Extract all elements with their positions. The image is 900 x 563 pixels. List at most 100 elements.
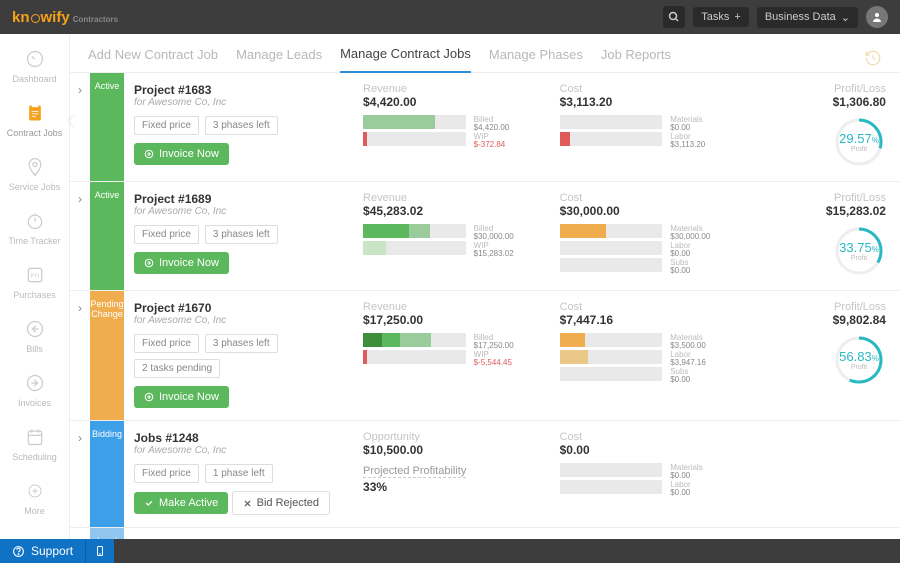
profit-gauge: 33.75%Profit xyxy=(832,224,886,278)
support-button[interactable]: Support xyxy=(0,539,85,563)
mini-bar: Labor$3,947.16 xyxy=(560,350,663,364)
job-row: › Active Project #1683 for Awesome Co, I… xyxy=(70,73,900,182)
status-tag: Lead xyxy=(90,528,124,539)
job-client: for Awesome Co, Inc xyxy=(134,206,353,217)
job-client: for Awesome Co, Inc xyxy=(134,315,353,326)
chip: Fixed price xyxy=(134,225,199,244)
job-row: › Lead Project #1688 for Awesome Co, Inc… xyxy=(70,528,900,539)
history-icon[interactable] xyxy=(864,49,882,70)
logo-text-2: wify xyxy=(41,9,70,26)
expand-toggle[interactable]: › xyxy=(70,421,90,527)
mini-bar: Materials$0.00 xyxy=(560,463,663,477)
chip: 1 phase left xyxy=(205,464,273,483)
logo-o-icon xyxy=(31,14,40,23)
sidebar-item-label: Bills xyxy=(0,344,69,354)
sidebar-item-label: Service Jobs xyxy=(0,182,69,192)
sidebar-item-bills[interactable]: Bills xyxy=(0,310,69,364)
clipboard-icon xyxy=(24,102,46,124)
arrow-left-icon xyxy=(24,318,46,340)
chip: 2 tasks pending xyxy=(134,359,220,378)
avatar[interactable] xyxy=(866,6,888,28)
job-title: Project #1670 xyxy=(134,301,353,315)
search-button[interactable] xyxy=(663,6,685,28)
tasks-plus: + xyxy=(734,11,740,23)
job-row: › Pending Change Project #1670 for Aweso… xyxy=(70,291,900,421)
expand-toggle[interactable]: › xyxy=(70,291,90,420)
status-tag: Active xyxy=(90,182,124,290)
chip: Fixed price xyxy=(134,464,199,483)
profit-gauge: 29.57%Profit xyxy=(832,115,886,169)
support-phone-button[interactable] xyxy=(85,539,114,563)
mini-bar: WIP$-372.84 xyxy=(363,132,466,146)
sidebar-item-time-tracker[interactable]: Time Tracker xyxy=(0,202,69,256)
sidebar-item-label: Contract Jobs xyxy=(0,128,69,138)
clock-icon xyxy=(24,210,46,232)
tab-add-new[interactable]: Add New Contract Job xyxy=(88,47,218,72)
logo-subtext: Contractors xyxy=(73,15,118,24)
expand-toggle[interactable]: › xyxy=(70,528,90,539)
sidebar-item-label: Scheduling xyxy=(0,452,69,462)
tasks-label: Tasks xyxy=(701,11,729,23)
sidebar-item-scheduling[interactable]: Scheduling xyxy=(0,418,69,472)
status-tag: Pending Change xyxy=(90,291,124,420)
sidebar-item-more[interactable]: More xyxy=(0,472,69,526)
sidebar: Dashboard Contract Jobs Service Jobs Tim… xyxy=(0,34,70,539)
logo: knwify Contractors xyxy=(12,9,118,26)
chip: Fixed price xyxy=(134,116,199,135)
main: Add New Contract Job Manage Leads Manage… xyxy=(70,34,900,539)
tab-manage-leads[interactable]: Manage Leads xyxy=(236,47,322,72)
bid-rejected-button[interactable]: Bid Rejected xyxy=(232,491,330,515)
calendar-icon xyxy=(24,426,46,448)
mini-bar: Materials$3,500.00 xyxy=(560,333,663,347)
sidebar-item-label: Purchases xyxy=(0,290,69,300)
mini-bar: Billed$30,000.00 xyxy=(363,224,466,238)
sidebar-item-label: Dashboard xyxy=(0,74,69,84)
job-title: Jobs #1248 xyxy=(134,431,353,445)
profit-gauge: 56.83%Profit xyxy=(832,333,886,387)
job-title: Project #1688 xyxy=(134,538,353,539)
sidebar-item-dashboard[interactable]: Dashboard xyxy=(0,40,69,94)
chip: 3 phases left xyxy=(205,116,278,135)
job-client: for Awesome Co, Inc xyxy=(134,97,353,108)
expand-toggle[interactable]: › xyxy=(70,73,90,181)
jobs-list[interactable]: › Active Project #1683 for Awesome Co, I… xyxy=(70,73,900,539)
plus-circle-icon xyxy=(24,480,46,502)
chip: Fixed price xyxy=(134,334,199,353)
mini-bar: Materials$0.00 xyxy=(560,115,663,129)
mini-bar: Billed$17,250.00 xyxy=(363,333,466,347)
chevron-down-icon: ⌄ xyxy=(841,11,850,24)
job-title: Project #1683 xyxy=(134,83,353,97)
arrow-right-icon xyxy=(24,372,46,394)
chip: 3 phases left xyxy=(205,225,278,244)
sidebar-item-label: More xyxy=(0,506,69,516)
topbar: knwify Contractors Tasks + Business Data… xyxy=(0,0,900,34)
mini-bar: Labor$0.00 xyxy=(560,241,663,255)
dashboard-icon xyxy=(24,48,46,70)
expand-toggle[interactable]: › xyxy=(70,182,90,290)
pin-icon xyxy=(24,156,46,178)
svg-text:PO: PO xyxy=(30,274,39,280)
sidebar-item-label: Time Tracker xyxy=(0,236,69,246)
mini-bar: Subs$0.00 xyxy=(560,367,663,381)
sidebar-item-contract-jobs[interactable]: Contract Jobs xyxy=(0,94,69,148)
tasks-button[interactable]: Tasks + xyxy=(693,7,749,27)
tab-manage-contract-jobs[interactable]: Manage Contract Jobs xyxy=(340,46,471,73)
invoice-now-button[interactable]: Invoice Now xyxy=(134,143,229,165)
job-row: › Bidding Jobs #1248 for Awesome Co, Inc… xyxy=(70,421,900,528)
status-tag: Bidding xyxy=(90,421,124,527)
footer: Support xyxy=(0,539,900,563)
support-label: Support xyxy=(31,544,73,558)
business-data-button[interactable]: Business Data ⌄ xyxy=(757,7,858,28)
mini-bar: Labor$3,113.20 xyxy=(560,132,663,146)
make-active-button[interactable]: Make Active xyxy=(134,492,228,514)
sidebar-item-label: Invoices xyxy=(0,398,69,408)
mini-bar: Billed$4,420.00 xyxy=(363,115,466,129)
tab-job-reports[interactable]: Job Reports xyxy=(601,47,671,72)
mini-bar: WIP$15,283.02 xyxy=(363,241,466,255)
sidebar-item-invoices[interactable]: Invoices xyxy=(0,364,69,418)
sidebar-item-purchases[interactable]: PO Purchases xyxy=(0,256,69,310)
invoice-now-button[interactable]: Invoice Now xyxy=(134,252,229,274)
sidebar-item-service-jobs[interactable]: Service Jobs xyxy=(0,148,69,202)
invoice-now-button[interactable]: Invoice Now xyxy=(134,386,229,408)
tab-manage-phases[interactable]: Manage Phases xyxy=(489,47,583,72)
